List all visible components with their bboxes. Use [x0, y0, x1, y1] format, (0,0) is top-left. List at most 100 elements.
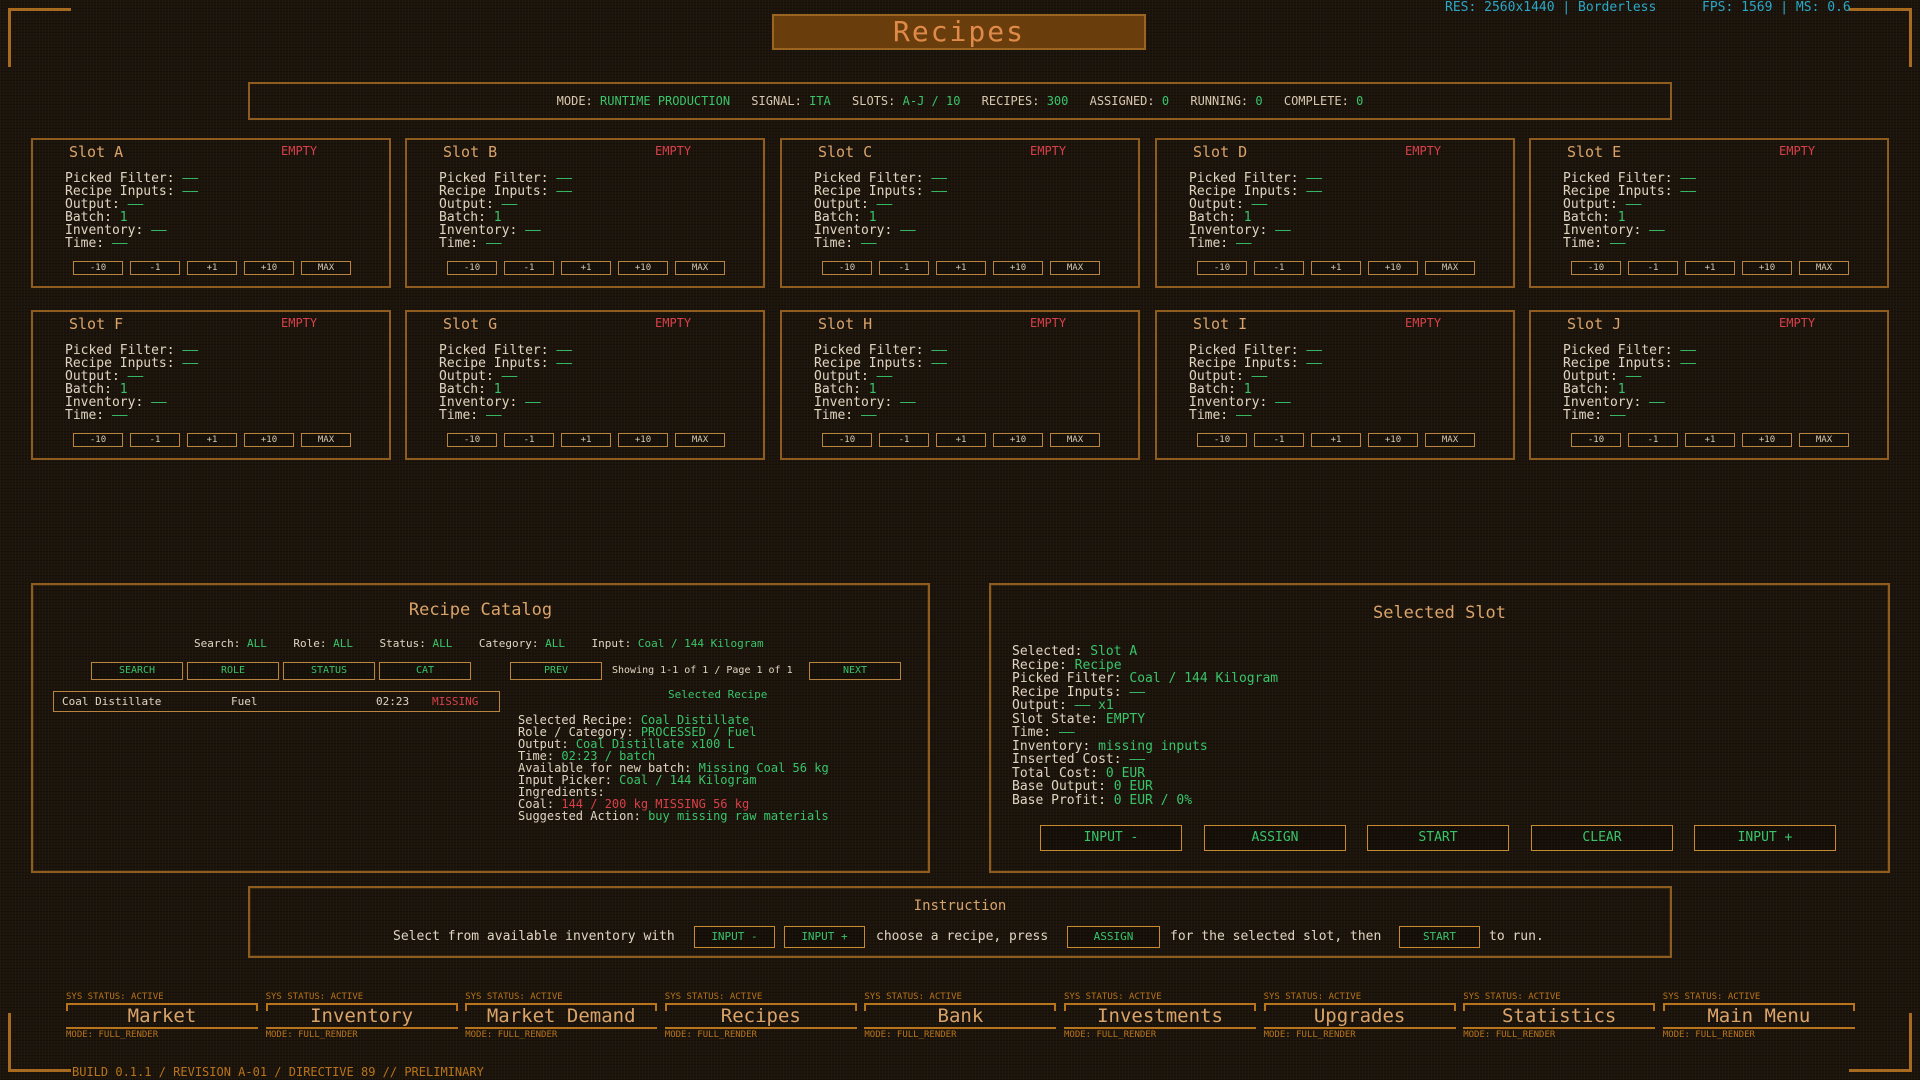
batch-minus-10-button[interactable]: -10: [1197, 433, 1247, 447]
batch-minus-10-button[interactable]: -10: [1571, 261, 1621, 275]
batch-minus-1-button[interactable]: -1: [1628, 433, 1678, 447]
slot-b-card[interactable]: Slot B EMPTY Picked Filter: —— Recipe In…: [405, 138, 765, 288]
batch-minus-10-button[interactable]: -10: [1197, 261, 1247, 275]
nav-statistics[interactable]: SYS STATUS: ACTIVE Statistics MODE: FULL…: [1463, 992, 1656, 1040]
batch-max-button[interactable]: MAX: [1050, 261, 1100, 275]
batch-max-button[interactable]: MAX: [675, 261, 725, 275]
input-plus-button[interactable]: INPUT +: [1694, 825, 1836, 851]
batch-plus-10-button[interactable]: +10: [1742, 433, 1792, 447]
batch-max-button[interactable]: MAX: [1425, 261, 1475, 275]
assign-button[interactable]: ASSIGN: [1204, 825, 1346, 851]
instruction-input-plus-button[interactable]: INPUT +: [784, 926, 865, 948]
batch-minus-1-button[interactable]: -1: [504, 433, 554, 447]
clear-button[interactable]: CLEAR: [1531, 825, 1673, 851]
slot-e-card[interactable]: Slot E EMPTY Picked Filter: —— Recipe In…: [1529, 138, 1889, 288]
recipe-inputs-value: ——: [1306, 184, 1323, 199]
batch-minus-10-button[interactable]: -10: [1571, 433, 1621, 447]
batch-plus-10-button[interactable]: +10: [1368, 261, 1418, 275]
batch-max-button[interactable]: MAX: [1050, 433, 1100, 447]
status-button[interactable]: STATUS: [283, 662, 375, 680]
batch-minus-1-button[interactable]: -1: [504, 261, 554, 275]
batch-minus-1-button[interactable]: -1: [879, 433, 929, 447]
nav-inventory[interactable]: SYS STATUS: ACTIVE Inventory MODE: FULL_…: [265, 992, 458, 1040]
batch-minus-10-button[interactable]: -10: [447, 433, 497, 447]
slot-state: EMPTY: [1779, 144, 1816, 158]
batch-max-button[interactable]: MAX: [1799, 433, 1849, 447]
search-button[interactable]: SEARCH: [91, 662, 183, 680]
nav-button-label[interactable]: Upgrades: [1263, 1003, 1456, 1029]
nav-recipes[interactable]: SYS STATUS: ACTIVE Recipes MODE: FULL_RE…: [664, 992, 857, 1040]
batch-minus-10-button[interactable]: -10: [822, 261, 872, 275]
batch-plus-1-button[interactable]: +1: [936, 261, 986, 275]
nav-button-label[interactable]: Market Demand: [465, 1003, 658, 1029]
slot-d-card[interactable]: Slot D EMPTY Picked Filter: —— Recipe In…: [1155, 138, 1515, 288]
instruction-start-button[interactable]: START: [1399, 926, 1480, 948]
batch-max-button[interactable]: MAX: [1425, 433, 1475, 447]
nav-main-menu[interactable]: SYS STATUS: ACTIVE Main Menu MODE: FULL_…: [1662, 992, 1855, 1040]
batch-plus-10-button[interactable]: +10: [993, 261, 1043, 275]
slot-c-card[interactable]: Slot C EMPTY Picked Filter: —— Recipe In…: [780, 138, 1140, 288]
batch-max-button[interactable]: MAX: [301, 261, 351, 275]
batch-plus-1-button[interactable]: +1: [1311, 433, 1361, 447]
slot-state: EMPTY: [1030, 316, 1067, 330]
slot-j-card[interactable]: Slot J EMPTY Picked Filter: —— Recipe In…: [1529, 310, 1889, 460]
start-button[interactable]: START: [1367, 825, 1509, 851]
batch-minus-10-button[interactable]: -10: [447, 261, 497, 275]
nav-market-demand[interactable]: SYS STATUS: ACTIVE Market Demand MODE: F…: [465, 992, 658, 1040]
batch-max-button[interactable]: MAX: [1799, 261, 1849, 275]
batch-plus-1-button[interactable]: +1: [1685, 261, 1735, 275]
slot-i-card[interactable]: Slot I EMPTY Picked Filter: —— Recipe In…: [1155, 310, 1515, 460]
nav-button-label[interactable]: Market: [66, 1003, 258, 1029]
nav-button-label[interactable]: Main Menu: [1662, 1003, 1855, 1029]
batch-plus-10-button[interactable]: +10: [244, 261, 294, 275]
batch-plus-1-button[interactable]: +1: [936, 433, 986, 447]
batch-minus-1-button[interactable]: -1: [130, 261, 180, 275]
nav-bank[interactable]: SYS STATUS: ACTIVE Bank MODE: FULL_RENDE…: [864, 992, 1057, 1040]
slot-g-card[interactable]: Slot G EMPTY Picked Filter: —— Recipe In…: [405, 310, 765, 460]
nav-button-label[interactable]: Statistics: [1463, 1003, 1656, 1029]
category-button[interactable]: CAT: [379, 662, 471, 680]
batch-minus-1-button[interactable]: -1: [1628, 261, 1678, 275]
slot-a-card[interactable]: Slot A EMPTY Picked Filter: —— Recipe In…: [31, 138, 391, 288]
nav-button-label[interactable]: Inventory: [265, 1003, 458, 1029]
nav-button-label[interactable]: Recipes: [664, 1003, 857, 1029]
frame-corner-bl: [8, 1013, 71, 1072]
slot-f-card[interactable]: Slot F EMPTY Picked Filter: —— Recipe In…: [31, 310, 391, 460]
batch-minus-1-button[interactable]: -1: [879, 261, 929, 275]
time-value: ——: [485, 408, 502, 423]
batch-max-button[interactable]: MAX: [675, 433, 725, 447]
prev-page-button[interactable]: PREV: [510, 662, 602, 680]
role-button[interactable]: ROLE: [187, 662, 279, 680]
recipe-row[interactable]: Coal Distillate Fuel 02:23 MISSING: [53, 691, 500, 712]
batch-plus-10-button[interactable]: +10: [244, 433, 294, 447]
slot-h-card[interactable]: Slot H EMPTY Picked Filter: —— Recipe In…: [780, 310, 1140, 460]
batch-minus-10-button[interactable]: -10: [73, 261, 123, 275]
batch-minus-10-button[interactable]: -10: [73, 433, 123, 447]
batch-plus-1-button[interactable]: +1: [187, 261, 237, 275]
batch-plus-1-button[interactable]: +1: [187, 433, 237, 447]
selected-recipe-details: Selected Recipe: Coal Distillate Role / …: [518, 714, 829, 822]
batch-plus-1-button[interactable]: +1: [561, 433, 611, 447]
nav-investments[interactable]: SYS STATUS: ACTIVE Investments MODE: FUL…: [1064, 992, 1256, 1040]
instruction-input-minus-button[interactable]: INPUT -: [694, 926, 775, 948]
batch-minus-1-button[interactable]: -1: [1254, 433, 1304, 447]
nav-button-label[interactable]: Bank: [864, 1003, 1057, 1029]
batch-plus-1-button[interactable]: +1: [1685, 433, 1735, 447]
batch-minus-1-button[interactable]: -1: [1254, 261, 1304, 275]
batch-plus-10-button[interactable]: +10: [618, 433, 668, 447]
instruction-assign-button[interactable]: ASSIGN: [1067, 926, 1160, 948]
batch-plus-1-button[interactable]: +1: [1311, 261, 1361, 275]
batch-plus-10-button[interactable]: +10: [618, 261, 668, 275]
batch-plus-1-button[interactable]: +1: [561, 261, 611, 275]
nav-button-label[interactable]: Investments: [1064, 1003, 1256, 1029]
batch-plus-10-button[interactable]: +10: [1742, 261, 1792, 275]
batch-plus-10-button[interactable]: +10: [1368, 433, 1418, 447]
input-minus-button[interactable]: INPUT -: [1040, 825, 1182, 851]
nav-market[interactable]: SYS STATUS: ACTIVE Market MODE: FULL_REN…: [66, 992, 258, 1040]
batch-max-button[interactable]: MAX: [301, 433, 351, 447]
next-page-button[interactable]: NEXT: [809, 662, 901, 680]
nav-upgrades[interactable]: SYS STATUS: ACTIVE Upgrades MODE: FULL_R…: [1263, 992, 1456, 1040]
batch-minus-10-button[interactable]: -10: [822, 433, 872, 447]
batch-plus-10-button[interactable]: +10: [993, 433, 1043, 447]
batch-minus-1-button[interactable]: -1: [130, 433, 180, 447]
